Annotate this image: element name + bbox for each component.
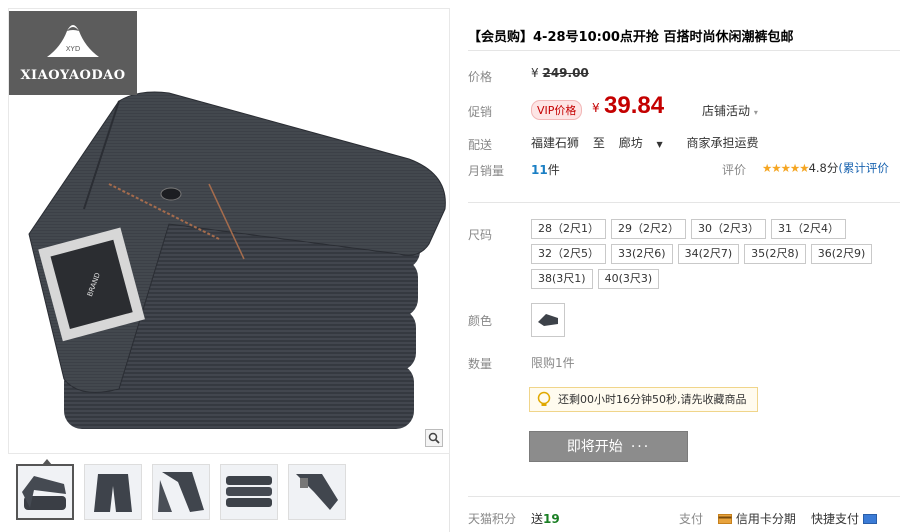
chevron-down-icon: ▾	[753, 108, 758, 117]
thumbnail-strip	[16, 459, 346, 520]
product-title: 【会员购】4-28号10:00点开抢 百搭时尚休闲潮裤包邮	[468, 30, 794, 45]
review-label: 评价	[722, 163, 747, 177]
color-swatch-image	[538, 314, 558, 326]
shipping-label: 配送	[468, 138, 493, 152]
review-summary: ★★★★★4.8分(累计评价	[762, 160, 889, 176]
shipping-info: 福建石狮 至 廊坊 ▼ 商家承担运费	[531, 134, 769, 151]
button-dots: ···	[630, 439, 651, 455]
main-product-image[interactable]: BRAND XYD XIAOYAODAO	[8, 8, 450, 454]
credit-card-icon	[718, 514, 732, 524]
thumbnail-image	[296, 474, 338, 510]
shop-activity-dropdown[interactable]: 店铺活动 ▾	[702, 102, 758, 119]
brand-mark-text: XYD	[66, 45, 80, 53]
monthly-sales-unit: 件	[547, 163, 560, 177]
brand-logo: XYD XIAOYAODAO	[9, 11, 137, 95]
thumbnail-1[interactable]	[16, 459, 74, 520]
divider	[468, 496, 900, 497]
magnifier-icon	[428, 432, 440, 444]
size-option[interactable]: 35(2尺8)	[744, 244, 806, 264]
caret-down-icon: ▼	[656, 140, 663, 149]
star-rating-icon: ★★★★★	[762, 161, 810, 175]
coming-soon-label: 即将开始	[566, 439, 623, 455]
quantity-limit: 限购1件	[531, 356, 575, 370]
product-gallery: BRAND XYD XIAOYAODAO	[8, 8, 450, 532]
shipping-fee: 商家承担运费	[686, 136, 759, 150]
original-price-value: 249.00	[542, 66, 589, 80]
zoom-button[interactable]	[425, 429, 443, 447]
quick-pay-label: 快捷支付	[811, 512, 860, 526]
color-label: 颜色	[468, 314, 493, 328]
promo-price: 39.84	[604, 92, 665, 119]
size-options: 28（2尺1） 29（2尺2） 30（2尺3） 31（2尺4） 32（2尺5） …	[531, 219, 891, 289]
ship-destination-select[interactable]: 廊坊 ▼	[619, 136, 673, 150]
ship-from: 福建石狮	[531, 136, 580, 150]
lightbulb-icon	[537, 391, 551, 406]
thumbnail-3[interactable]	[152, 464, 210, 520]
brand-name: XIAOYAODAO	[20, 68, 126, 83]
promo-currency-symbol: ¥	[592, 101, 600, 115]
original-price: ¥ 249.00	[531, 66, 589, 80]
monthly-sales-count: 11	[531, 163, 548, 177]
promo-label: 促销	[468, 105, 493, 119]
thumbnail-image	[226, 476, 272, 507]
currency-symbol: ¥	[531, 66, 539, 80]
thumbnail-image	[94, 474, 132, 512]
size-option[interactable]: 30（2尺3）	[691, 219, 766, 239]
thumbnail-image	[158, 472, 204, 512]
points-label: 天猫积分	[468, 512, 517, 526]
divider	[468, 50, 900, 51]
payment-label: 支付	[679, 512, 704, 526]
mountain-logo-icon: XYD	[47, 25, 99, 57]
size-label: 尺码	[468, 228, 493, 242]
credit-card-installment[interactable]: 信用卡分期	[718, 510, 796, 527]
countdown-text: 还剩00小时16分钟50秒,请先收藏商品	[558, 393, 747, 406]
coming-soon-button[interactable]: 即将开始 ···	[529, 431, 688, 462]
thumbnail-2[interactable]	[84, 464, 142, 520]
bank-card-icon	[862, 514, 877, 524]
ship-destination: 廊坊	[618, 136, 643, 150]
credit-card-label: 信用卡分期	[735, 512, 796, 526]
points-prefix: 送	[531, 512, 544, 526]
product-info-panel: 【会员购】4-28号10:00点开抢 百搭时尚休闲潮裤包邮 价格 ¥ 249.0…	[468, 0, 900, 532]
size-option[interactable]: 38(3尺1)	[531, 269, 593, 289]
divider	[468, 202, 900, 203]
review-score: 4.8分	[808, 161, 839, 175]
size-option[interactable]: 32（2尺5）	[531, 244, 606, 264]
vip-price-badge: VIP价格	[531, 100, 583, 120]
size-option[interactable]: 33(2尺6)	[611, 244, 673, 264]
price-label: 价格	[468, 70, 493, 84]
ship-to-word: 至	[592, 136, 605, 150]
shop-activity-label: 店铺活动	[702, 104, 751, 118]
monthly-sales-label: 月销量	[468, 164, 505, 178]
review-count-link[interactable]: (累计评价	[838, 161, 889, 175]
points-info: 送19	[531, 510, 560, 527]
countdown-tip: 还剩00小时16分钟50秒,请先收藏商品	[529, 387, 758, 412]
quick-pay[interactable]: 快捷支付	[811, 510, 877, 527]
size-option[interactable]: 40(3尺3)	[597, 269, 660, 289]
thumbnail-4[interactable]	[220, 464, 278, 520]
size-option[interactable]: 36(2尺9)	[810, 244, 873, 264]
size-option[interactable]: 31（2尺4）	[771, 219, 846, 239]
color-swatch[interactable]	[531, 303, 565, 337]
size-option[interactable]: 28（2尺1）	[531, 219, 606, 239]
monthly-sales: 11件	[531, 161, 560, 178]
size-option[interactable]: 34(2尺7)	[677, 244, 740, 264]
quantity-label: 数量	[468, 357, 493, 371]
points-value: 19	[543, 512, 560, 526]
thumbnail-5[interactable]	[288, 464, 346, 520]
thumbnail-image	[22, 476, 66, 510]
size-option[interactable]: 29（2尺2）	[611, 219, 686, 239]
